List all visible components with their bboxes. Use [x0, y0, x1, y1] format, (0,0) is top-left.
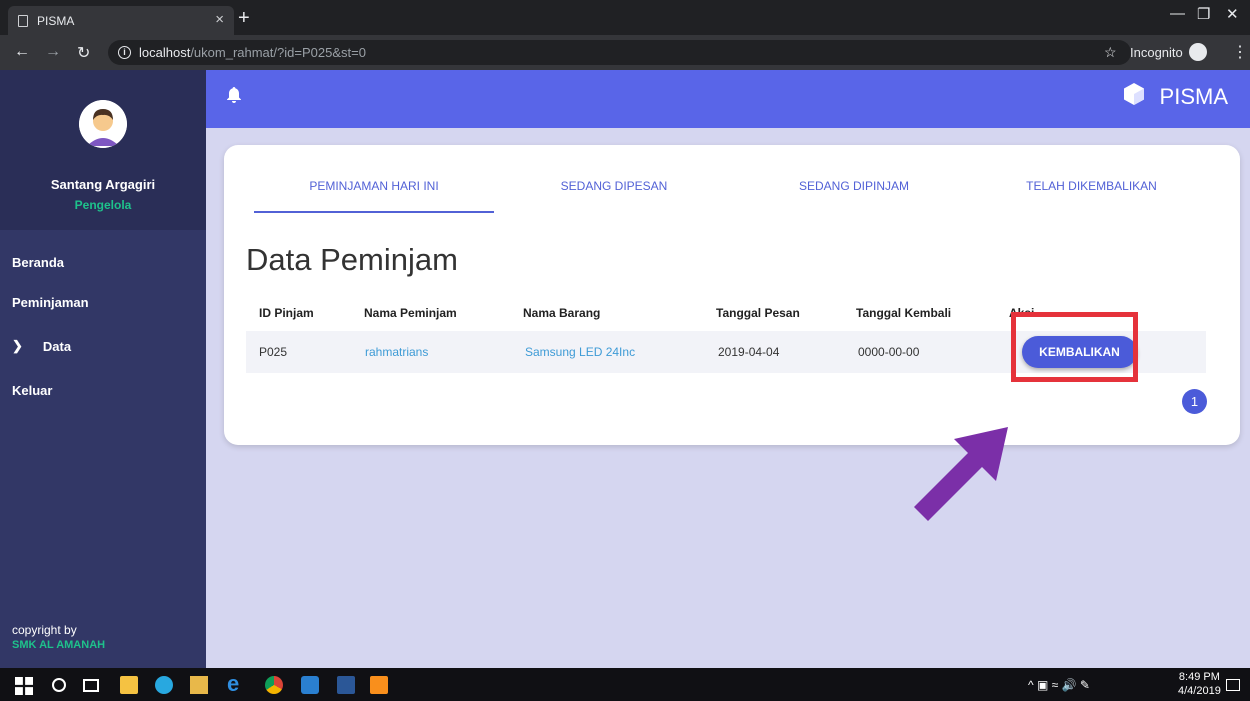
notification-icon[interactable]: [1226, 679, 1240, 691]
address-bar-row: ← → ↻ i localhost/ukom_rahmat/?id=P025&s…: [0, 35, 1250, 70]
cell-id-pinjam: P025: [259, 345, 288, 359]
app-topbar: PISMA: [206, 70, 1250, 128]
cube-icon: [1123, 83, 1144, 111]
incognito-icon: [1188, 43, 1207, 61]
sidebar-item-peminjaman[interactable]: Peminjaman: [0, 284, 206, 320]
system-tray-icons[interactable]: ^ ▣ ≈ 🔊 ✎: [1028, 678, 1090, 692]
brand-name: PISMA: [1159, 84, 1228, 109]
tab-sedang-dipesan[interactable]: SEDANG DIPESAN: [494, 175, 734, 213]
tab-sedang-dipinjam[interactable]: SEDANG DIPINJAM: [734, 175, 974, 213]
forward-arrow-icon[interactable]: →: [45, 43, 61, 61]
file-explorer-icon[interactable]: [190, 676, 208, 694]
back-arrow-icon[interactable]: ←: [14, 43, 30, 61]
task-view-icon[interactable]: [83, 679, 99, 692]
restore-icon[interactable]: ❐: [1197, 5, 1210, 23]
sidebar-item-label: Data: [42, 338, 72, 354]
pagination-page-1[interactable]: 1: [1182, 389, 1207, 414]
taskbar-clock[interactable]: 8:49 PM 4/4/2019: [1178, 670, 1221, 698]
browser-tab-bar: PISMA × + — ❐ ✕: [0, 0, 1250, 35]
windows-start-icon[interactable]: [15, 677, 33, 695]
new-tab-button[interactable]: +: [238, 7, 250, 30]
tab-telah-dikembalikan[interactable]: TELAH DIKEMBALIKAN: [974, 175, 1209, 213]
word-icon[interactable]: [337, 676, 355, 694]
cell-nama-barang-link[interactable]: Samsung LED 24Inc: [525, 331, 635, 373]
incognito-label: Incognito: [1130, 44, 1183, 60]
sidebar-item-label: Keluar: [12, 382, 53, 398]
sidebar-item-label: Beranda: [12, 254, 65, 270]
header-tanggal-pesan: Tanggal Pesan: [716, 306, 800, 320]
copyright-org: SMK AL AMANAH: [12, 639, 106, 651]
cell-nama-peminjam-link[interactable]: rahmatrians: [365, 331, 428, 373]
bookmark-star-icon[interactable]: ☆: [1104, 44, 1117, 61]
cell-tanggal-pesan: 2019-04-04: [718, 345, 780, 359]
highlight-box-annotation: [1011, 312, 1138, 382]
clock-time: 8:49 PM: [1178, 671, 1220, 683]
tab-title: PISMA: [37, 13, 75, 28]
app-icon[interactable]: [155, 676, 173, 694]
page-icon: [18, 14, 28, 27]
user-role: Pengelola: [74, 198, 132, 212]
edge-icon[interactable]: e: [227, 671, 245, 696]
browser-tab[interactable]: PISMA ×: [8, 6, 234, 35]
bell-icon[interactable]: [227, 87, 241, 108]
window-close-icon[interactable]: ✕: [1226, 5, 1239, 23]
url-input[interactable]: i localhost/ukom_rahmat/?id=P025&st=0: [108, 40, 1131, 65]
clock-date: 4/4/2019: [1178, 685, 1221, 697]
sublime-icon[interactable]: [370, 676, 388, 694]
main-content: PEMINJAMAN HARI INI SEDANG DIPESAN SEDAN…: [206, 128, 1250, 668]
avatar: [79, 100, 127, 148]
chrome-icon[interactable]: [265, 676, 283, 694]
sidebar: Santang Argagiri Pengelola Beranda Pemin…: [0, 70, 206, 668]
arrow-annotation-icon: [914, 427, 1008, 521]
browser-menu-icon[interactable]: ⋮: [1232, 42, 1248, 62]
store-icon[interactable]: [120, 676, 138, 694]
vscode-icon[interactable]: [301, 676, 319, 694]
url-host: localhost: [139, 45, 191, 60]
tab-nav: PEMINJAMAN HARI INI SEDANG DIPESAN SEDAN…: [254, 175, 1209, 213]
url-path: /ukom_rahmat/?id=P025&st=0: [190, 45, 366, 60]
sidebar-item-label: Peminjaman: [12, 294, 89, 310]
header-nama-peminjam: Nama Peminjam: [364, 306, 457, 320]
cortana-search-icon[interactable]: [52, 678, 66, 692]
brand-logo[interactable]: PISMA: [1123, 83, 1228, 111]
sidebar-item-data[interactable]: ❯ Data: [0, 328, 206, 364]
user-avatar-icon: [79, 100, 127, 148]
data-card: PEMINJAMAN HARI INI SEDANG DIPESAN SEDAN…: [224, 145, 1240, 445]
user-name: Santang Argagiri: [50, 177, 156, 192]
cell-tanggal-kembali: 0000-00-00: [858, 345, 920, 359]
copyright-label: copyright by: [12, 623, 77, 637]
incognito-indicator[interactable]: Incognito: [1130, 43, 1207, 61]
profile-section: Santang Argagiri Pengelola: [0, 70, 206, 230]
windows-taskbar: e ^ ▣ ≈ 🔊 ✎ 8:49 PM 4/4/2019: [0, 668, 1250, 701]
tab-peminjaman-hari-ini[interactable]: PEMINJAMAN HARI INI: [254, 175, 494, 213]
info-icon[interactable]: i: [118, 46, 131, 59]
header-nama-barang: Nama Barang: [523, 306, 601, 320]
tab-close-button[interactable]: ×: [215, 11, 224, 28]
header-id-pinjam: ID Pinjam: [259, 306, 314, 320]
sidebar-item-keluar[interactable]: Keluar: [0, 372, 206, 408]
reload-icon[interactable]: ↻: [77, 43, 90, 63]
chevron-down-icon: ❯: [12, 338, 23, 353]
sidebar-item-beranda[interactable]: Beranda: [0, 244, 206, 280]
header-tanggal-kembali: Tanggal Kembali: [856, 306, 952, 320]
minimize-icon[interactable]: —: [1170, 5, 1185, 22]
page-title: Data Peminjam: [246, 242, 458, 277]
